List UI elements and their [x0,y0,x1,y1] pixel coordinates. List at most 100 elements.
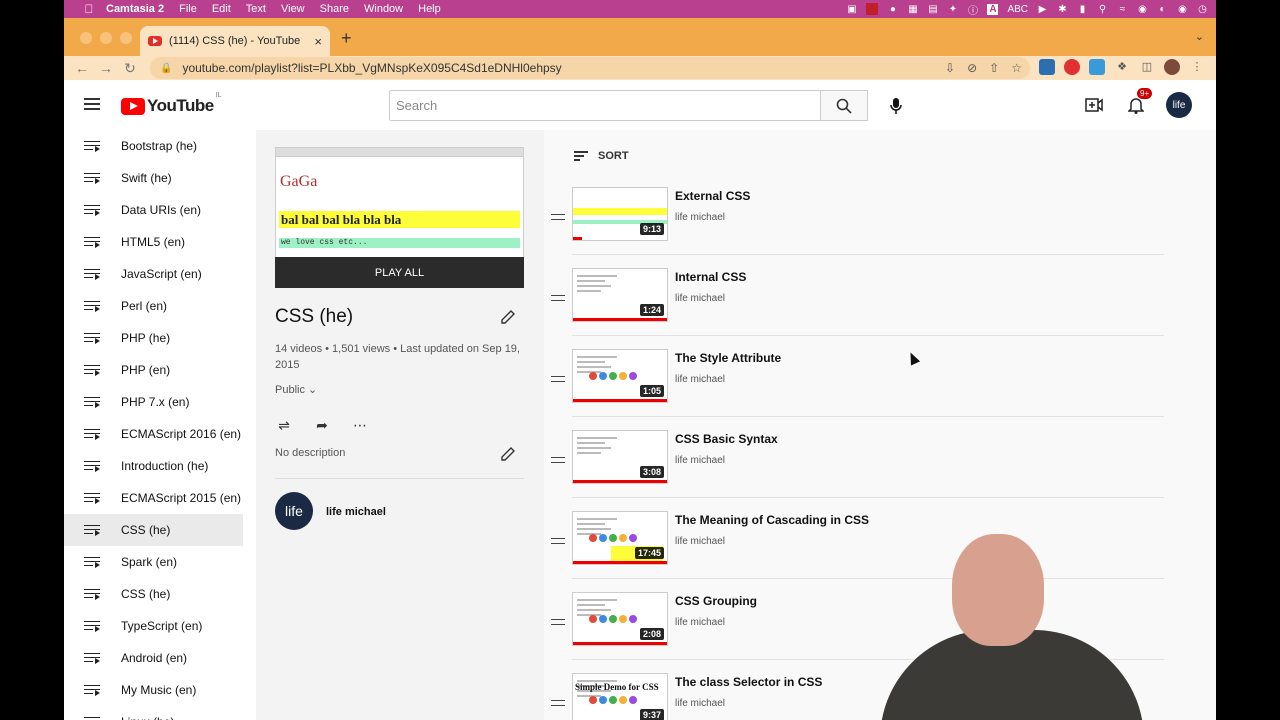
sidebar-playlist-item[interactable]: ECMAScript 2015 (en) [64,482,256,514]
profile-avatar-icon[interactable] [1164,59,1180,75]
menu-icon[interactable] [84,98,100,110]
sidebar-playlist-item[interactable]: Swift (he) [64,162,256,194]
sidebar-playlist-item[interactable]: PHP 7.x (en) [64,386,256,418]
voice-search-button[interactable] [882,92,909,119]
video-channel[interactable]: life michael [675,293,725,304]
sidebar-playlist-item[interactable]: Data URIs (en) [64,194,256,226]
sidebar-playlist-item[interactable]: HTML5 (en) [64,226,256,258]
search-input[interactable]: Search [389,90,821,121]
text-a-icon[interactable]: A [987,3,999,15]
install-icon[interactable]: ⇩ [945,61,955,75]
close-window-button[interactable] [80,32,92,44]
share-icon[interactable]: ➦ [313,416,331,434]
siri-icon[interactable]: ◉ [1177,4,1188,15]
drag-handle-icon[interactable] [551,295,565,301]
reload-icon[interactable]: ↻ [118,60,142,77]
playlist-video-row[interactable]: 1:05 The Style Attribute life michael [544,349,1164,430]
address-bar[interactable]: 🔒 youtube.com/playlist?list=PLXbb_VgMNsp… [150,57,1030,79]
video-channel[interactable]: life michael [675,617,725,628]
edit-description-pencil-icon[interactable] [499,445,517,463]
owner-avatar[interactable]: life [275,492,313,530]
video-thumbnail[interactable]: Simple Demo for CSS 9:37 [572,673,668,720]
drag-handle-icon[interactable] [551,376,565,382]
video-title[interactable]: The class Selector in CSS [675,675,822,689]
input-source-label[interactable]: ABC [1007,4,1028,15]
video-title[interactable]: The Meaning of Cascading in CSS [675,513,869,527]
video-title[interactable]: CSS Basic Syntax [675,432,778,446]
bluetooth-icon[interactable]: ✱ [1057,4,1068,15]
drag-handle-icon[interactable] [551,700,565,706]
menu-window[interactable]: Window [364,3,403,15]
new-tab-icon[interactable]: + [341,28,352,49]
kebab-menu-icon[interactable]: ⋮ [1189,59,1205,75]
grid-icon[interactable]: ▦ [907,4,918,15]
waveform-icon[interactable]: ● [887,4,898,15]
apple-icon[interactable]:  [78,2,100,16]
menu-app-name[interactable]: Camtasia 2 [106,3,164,15]
video-thumbnail[interactable]: 1:24 [572,268,668,322]
browser-tab[interactable]: (1114) CSS (he) - YouTube × [140,26,330,56]
sidebar-playlist-item[interactable]: Linux (he) [64,706,256,720]
minimize-window-button[interactable] [100,32,112,44]
sidebar-playlist-item[interactable]: PHP (en) [64,354,256,386]
create-video-icon[interactable] [1082,93,1106,117]
forward-icon[interactable]: → [94,60,118,76]
close-tab-icon[interactable]: × [314,34,322,49]
menu-help[interactable]: Help [418,3,441,15]
info-icon[interactable]: ⓘ [967,2,978,17]
photo-icon[interactable]: ▤ [927,4,938,15]
menu-file[interactable]: File [179,3,197,15]
sort-button[interactable]: SORT [574,150,629,162]
menu-edit[interactable]: Edit [212,3,231,15]
playlist-video-row[interactable]: 9:13 External CSS life michael [544,187,1164,268]
clock-icon[interactable]: ◷ [1197,4,1208,15]
volume-icon[interactable]: ▶ [1037,4,1048,15]
drag-handle-icon[interactable] [551,457,565,463]
play-all-button[interactable]: PLAY ALL [275,257,524,288]
drag-handle-icon[interactable] [551,214,565,220]
wifi-icon[interactable]: ≈ [1117,4,1128,15]
video-thumbnail[interactable]: 17:45 [572,511,668,565]
youtube-logo[interactable]: YouTube IL [121,92,222,116]
menu-share[interactable]: Share [320,3,349,15]
playlist-video-row[interactable]: 1:24 Internal CSS life michael [544,268,1164,349]
more-options-icon[interactable]: ⋯ [351,416,369,434]
back-icon[interactable]: ← [70,60,94,76]
sidebar-playlist-item[interactable]: TypeScript (en) [64,610,256,642]
sidebar-playlist-item[interactable]: Spark (en) [64,546,256,578]
extension-icon-2[interactable] [1064,59,1080,75]
notifications-bell-icon[interactable]: 9+ [1124,88,1153,117]
edit-title-pencil-icon[interactable] [499,308,517,326]
sidebar-playlist-item[interactable]: Perl (en) [64,290,256,322]
shuffle-icon[interactable]: ⇌ [275,416,293,434]
video-channel[interactable]: life michael [675,536,725,547]
sidebar-playlist-item[interactable]: Android (en) [64,642,256,674]
video-thumbnail[interactable]: 3:08 [572,430,668,484]
puzzle-icon[interactable]: ❖ [1114,59,1130,75]
bulb-icon[interactable]: ✦ [947,4,958,15]
side-panel-icon[interactable]: ◫ [1139,59,1155,75]
account-avatar[interactable]: life [1166,92,1192,118]
video-channel[interactable]: life michael [675,698,725,709]
video-channel[interactable]: life michael [675,374,725,385]
search-button[interactable] [820,90,868,121]
video-title[interactable]: CSS Grouping [675,594,757,608]
sidebar-playlist-item[interactable]: ECMAScript 2016 (en) [64,418,256,450]
menu-view[interactable]: View [281,3,305,15]
privacy-dropdown[interactable]: Public ⌄ [275,383,317,396]
sidebar-playlist-item[interactable]: CSS (he) [64,578,256,610]
eye-off-icon[interactable]: ⊘ [967,61,977,75]
video-title[interactable]: External CSS [675,189,750,203]
sidebar-playlist-item[interactable]: PHP (he) [64,322,256,354]
drag-handle-icon[interactable] [551,538,565,544]
owner-name[interactable]: life michael [326,506,386,518]
control-center-icon[interactable]: ◐ [1157,4,1168,15]
video-title[interactable]: Internal CSS [675,270,746,284]
tab-search-chevron-icon[interactable]: ⌄ [1195,30,1204,43]
sidebar-playlist-item[interactable]: My Music (en) [64,674,256,706]
sidebar-playlist-item[interactable]: Bootstrap (he) [64,130,256,162]
drag-handle-icon[interactable] [551,619,565,625]
video-title[interactable]: The Style Attribute [675,351,781,365]
cube-icon[interactable]: ▣ [846,4,857,15]
sidebar-playlist-item[interactable]: Introduction (he) [64,450,256,482]
